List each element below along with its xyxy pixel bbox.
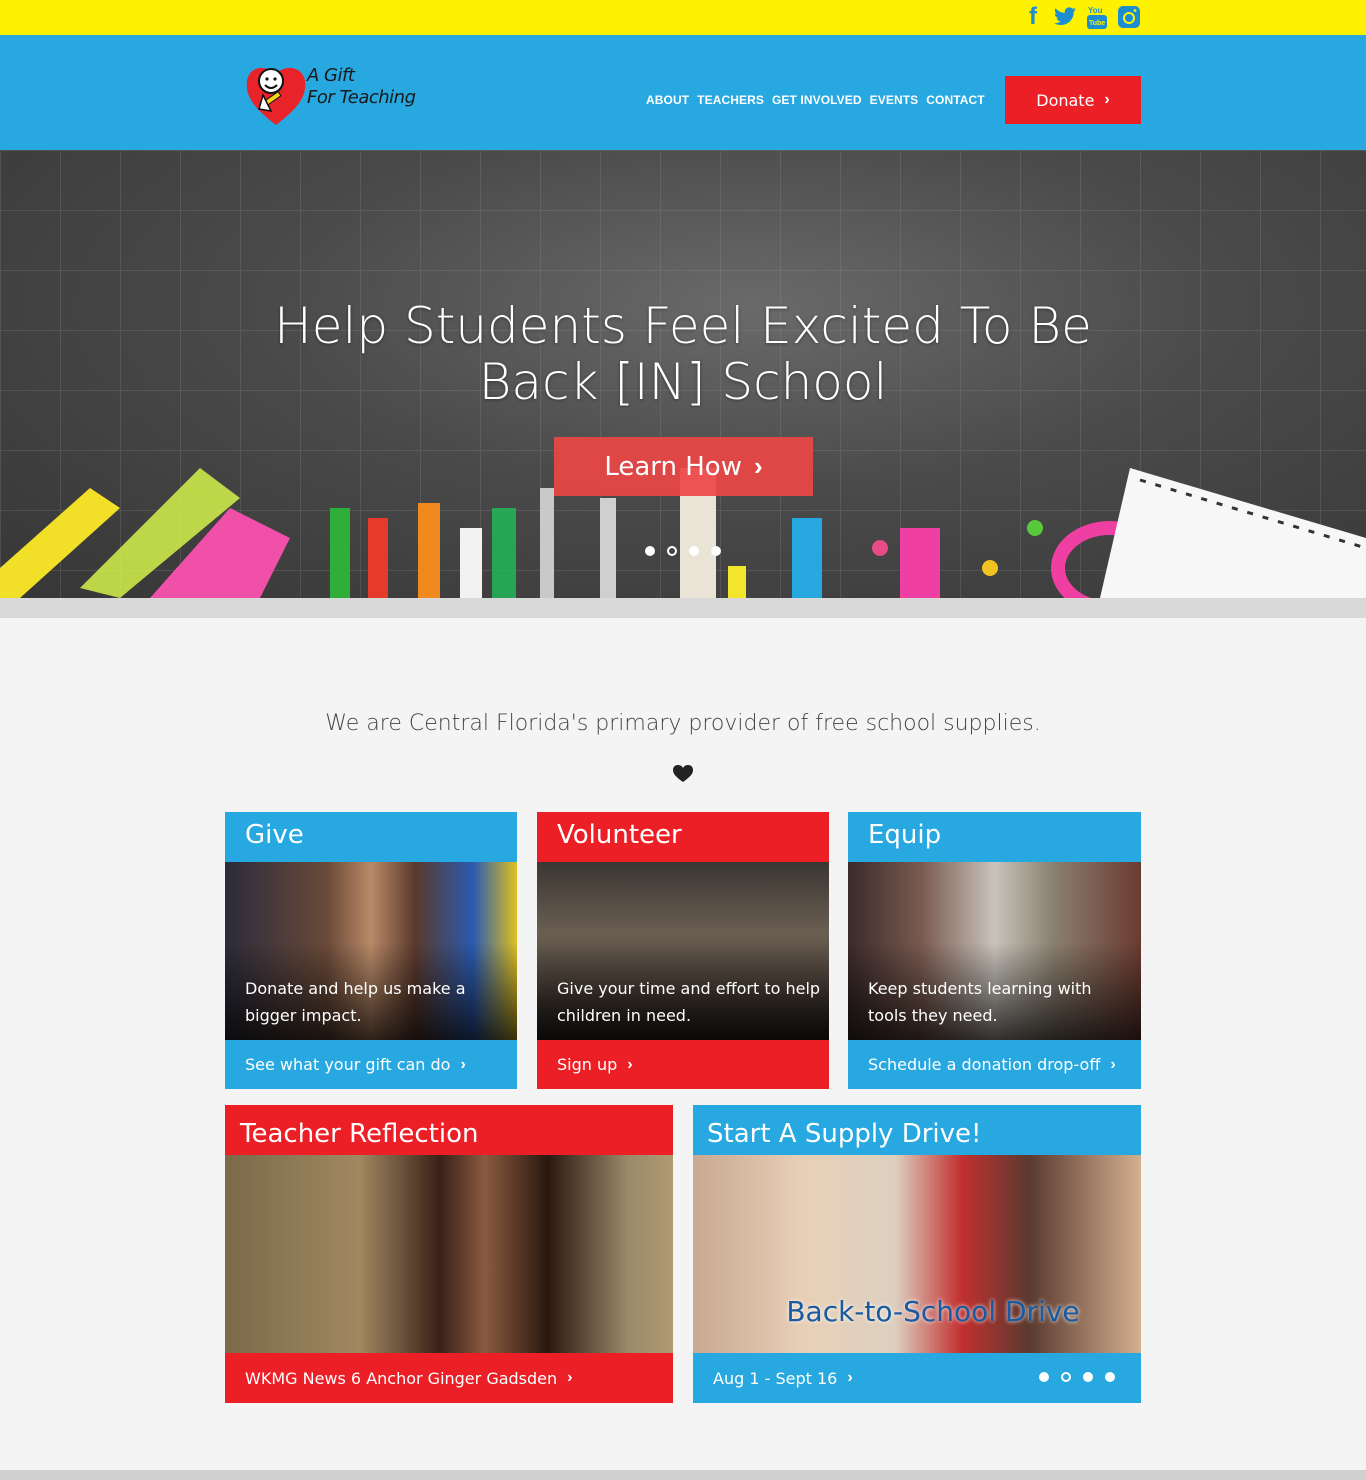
give-caption: Donate and help us make a bigger impact. <box>245 975 466 1029</box>
hero-slide-dots <box>645 546 721 556</box>
teacher-reflection-title: Teacher Reflection <box>225 1105 673 1155</box>
caption-line: Keep students learning with <box>868 979 1092 998</box>
volunteer-link[interactable]: Sign up › <box>537 1040 829 1089</box>
facebook-icon[interactable]: f <box>1021 3 1045 30</box>
supply-drive-title: Start A Supply Drive! <box>693 1105 1141 1155</box>
give-card-title: Give <box>225 812 517 862</box>
teacher-reflection-link[interactable]: WKMG News 6 Anchor Ginger Gadsden › <box>225 1353 673 1403</box>
give-link-label: See what your gift can do <box>245 1055 451 1074</box>
chevron-right-icon: › <box>460 1055 466 1073</box>
heart-icon <box>673 765 693 782</box>
nav-get-involved[interactable]: GET INVOLVED <box>772 93 862 107</box>
chevron-right-icon: › <box>753 451 763 481</box>
learn-how-button[interactable]: Learn How › <box>554 437 813 496</box>
give-card: Give Donate and help us make a bigger im… <box>225 812 517 1089</box>
top-bar: f You Tube <box>0 0 1366 35</box>
nav-about[interactable]: ABOUT <box>646 93 689 107</box>
slide-dot[interactable] <box>711 546 721 556</box>
twitter-icon[interactable] <box>1053 4 1077 30</box>
youtube-icon[interactable]: You Tube <box>1085 4 1109 30</box>
slide-dot[interactable] <box>667 546 677 556</box>
hero-title-line1: Help Students Feel Excited To Be <box>274 297 1092 355</box>
supply-drive-link[interactable]: Aug 1 - Sept 16 › <box>693 1353 1141 1403</box>
slide-dot[interactable] <box>689 546 699 556</box>
slide-dot[interactable] <box>1039 1372 1049 1382</box>
caption-line: tools they need. <box>868 1006 998 1025</box>
hero-title: Help Students Feel Excited To Be Back [I… <box>0 298 1366 410</box>
supply-drive-slide-dots <box>1039 1372 1115 1382</box>
equip-card-title: Equip <box>848 812 1141 862</box>
supply-drive-card: Start A Supply Drive! Back-to-School Dri… <box>693 1105 1141 1403</box>
logo-heart-icon <box>246 67 306 125</box>
svg-text:Tube: Tube <box>1089 20 1105 27</box>
caption-line: Give your time and effort to help <box>557 979 821 998</box>
donate-button[interactable]: Donate › <box>1005 76 1141 124</box>
main-nav: ABOUT TEACHERS GET INVOLVED EVENTS CONTA… <box>646 93 985 107</box>
chevron-right-icon: › <box>627 1055 633 1073</box>
equip-caption: Keep students learning with tools they n… <box>868 975 1092 1029</box>
volunteer-card: Volunteer Give your time and effort to h… <box>537 812 829 1089</box>
slide-dot[interactable] <box>1105 1372 1115 1382</box>
nav-contact[interactable]: CONTACT <box>926 93 984 107</box>
instagram-icon[interactable] <box>1117 4 1141 30</box>
teacher-reflection-card: Teacher Reflection WKMG News 6 Anchor Gi… <box>225 1105 673 1403</box>
donate-label: Donate <box>1036 90 1095 110</box>
chevron-right-icon: › <box>1104 91 1110 108</box>
site-logo[interactable]: A Gift For Teaching <box>245 61 420 129</box>
supply-drive-link-label: Aug 1 - Sept 16 <box>713 1368 838 1388</box>
footer-divider <box>0 1470 1366 1480</box>
volunteer-card-title: Volunteer <box>537 812 829 862</box>
caption-line: bigger impact. <box>245 1006 362 1025</box>
slide-dot[interactable] <box>645 546 655 556</box>
supply-drive-overlay-text: Back-to-School Drive <box>786 1295 1080 1328</box>
section-divider <box>0 598 1366 618</box>
learn-how-label: Learn How <box>604 451 742 482</box>
anchor-video-thumbnail[interactable] <box>225 1155 673 1353</box>
logo-text-line2: For Teaching <box>307 87 416 108</box>
chevron-right-icon: › <box>1110 1055 1116 1073</box>
logo-text-line1: A Gift <box>307 65 355 86</box>
teacher-reflection-link-label: WKMG News 6 Anchor Ginger Gadsden <box>245 1368 558 1388</box>
equip-link-label: Schedule a donation drop-off <box>868 1055 1101 1074</box>
give-link[interactable]: See what your gift can do › <box>225 1040 517 1089</box>
caption-line: children in need. <box>557 1006 692 1025</box>
equip-link[interactable]: Schedule a donation drop-off › <box>848 1040 1141 1089</box>
volunteer-link-label: Sign up <box>557 1055 618 1074</box>
tagline: We are Central Florida's primary provide… <box>325 711 1041 736</box>
chevron-right-icon: › <box>567 1369 573 1386</box>
chevron-right-icon: › <box>847 1369 853 1386</box>
social-links: f You Tube <box>1021 3 1141 30</box>
slide-dot[interactable] <box>1083 1372 1093 1382</box>
caption-line: Donate and help us make a <box>245 979 466 998</box>
site-header: A Gift For Teaching ABOUT TEACHERS GET I… <box>0 35 1366 150</box>
nav-events[interactable]: EVENTS <box>870 93 919 107</box>
hero-slider: Help Students Feel Excited To Be Back [I… <box>0 150 1366 598</box>
volunteer-caption: Give your time and effort to help childr… <box>557 975 820 1029</box>
slide-dot[interactable] <box>1061 1372 1071 1382</box>
nav-teachers[interactable]: TEACHERS <box>697 93 764 107</box>
equip-card: Equip Keep students learning with tools … <box>848 812 1141 1089</box>
hero-title-line2: Back [IN] School <box>478 353 888 411</box>
svg-text:You: You <box>1088 6 1103 15</box>
